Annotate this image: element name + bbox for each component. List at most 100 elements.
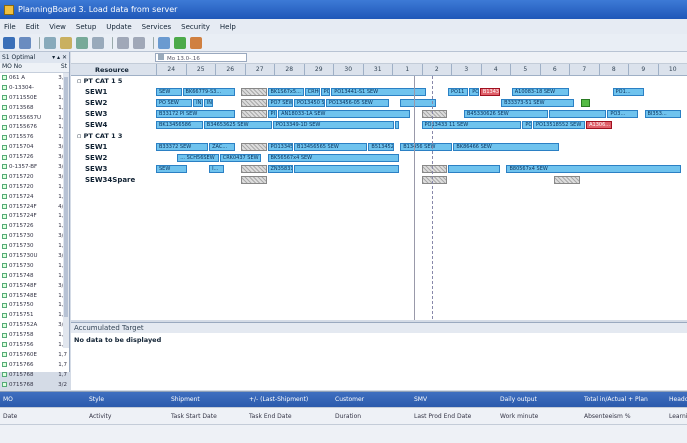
mo-list-item[interactable]: 07157511,7 — [0, 310, 69, 320]
row-checkbox[interactable] — [2, 213, 7, 219]
mo-list-scrollbar[interactable] — [63, 73, 69, 348]
mo-list-item[interactable]: 07157481,7 — [0, 271, 69, 281]
task-bar[interactable]: B45330626 SEW — [463, 110, 548, 118]
chart-icon[interactable] — [158, 36, 170, 49]
details-column-header[interactable]: Style — [86, 396, 168, 403]
task-bar[interactable]: CRK0437 SEW — [219, 154, 262, 162]
task-bar[interactable]: PO3... — [607, 110, 639, 118]
menu-update[interactable]: Update — [106, 23, 131, 31]
task-bar[interactable]: PO13456-05 SEW — [325, 99, 389, 107]
row-checkbox[interactable] — [2, 134, 7, 140]
menu-file[interactable]: File — [4, 23, 16, 31]
task-bar[interactable]: PO11 — [448, 88, 469, 96]
task-bar[interactable]: SEW — [156, 165, 187, 173]
mo-list-item[interactable]: 07157303/2 — [0, 231, 69, 241]
task-bar[interactable]: BI353... — [644, 110, 681, 118]
mo-list-item[interactable]: 071556761,7 — [0, 122, 69, 132]
task-bar[interactable]: B33372 SEW — [156, 143, 209, 151]
menu-services[interactable]: Services — [142, 23, 172, 31]
mo-list-item[interactable]: 0715768 3/2 — [0, 380, 69, 390]
zoom-in-icon[interactable] — [117, 36, 129, 49]
mo-list-item[interactable]: 07157581,7 — [0, 330, 69, 340]
row-checkbox[interactable] — [2, 263, 7, 269]
task-bar[interactable]: B13436... — [479, 88, 501, 96]
task-bar[interactable]: SEW — [156, 88, 182, 96]
task-bar[interactable] — [580, 99, 591, 107]
task-bar[interactable]: I... — [209, 165, 225, 173]
task-bar[interactable]: ... SCH56SEW — [177, 154, 219, 162]
task-bar[interactable]: PO7 SEW — [267, 99, 294, 107]
row-checkbox[interactable] — [2, 144, 7, 150]
row-checkbox[interactable] — [2, 293, 7, 299]
mo-list-item[interactable]: 0715768 1,7 — [0, 370, 69, 380]
mo-list-item[interactable]: 07155761,7 — [0, 132, 69, 142]
mo-list-item[interactable]: 061 A3,0 — [0, 73, 69, 83]
task-bar[interactable] — [554, 176, 580, 184]
row-checkbox[interactable] — [2, 273, 7, 279]
task-bar[interactable]: PO133452... — [267, 143, 294, 151]
row-checkbox[interactable] — [2, 233, 7, 239]
task-bar[interactable] — [394, 121, 400, 129]
mo-list-item[interactable]: 0715730U3/2 — [0, 251, 69, 261]
row-checkbox[interactable] — [2, 362, 7, 368]
row-checkbox[interactable] — [2, 115, 7, 120]
row-checkbox[interactable] — [2, 124, 7, 130]
mo-list-item[interactable]: 0715724F4/2 — [0, 202, 69, 212]
task-bar[interactable]: B34653625 SEW — [203, 121, 272, 129]
details-column-header[interactable]: SMV — [411, 396, 497, 403]
task-bar[interactable] — [240, 176, 267, 184]
task-bar[interactable]: PI — [267, 110, 278, 118]
task-bar[interactable] — [548, 110, 607, 118]
task-bar[interactable]: BK13456586 — [156, 121, 203, 129]
mo-list-item[interactable]: 0715748F3/2 — [0, 281, 69, 291]
row-checkbox[interactable] — [2, 352, 7, 358]
task-bar[interactable]: PO SEW — [156, 99, 193, 107]
mo-list-item[interactable]: 0711550E1,7 — [0, 93, 69, 103]
mo-list-item[interactable]: 07135681,7 — [0, 103, 69, 113]
details-column-header[interactable]: Total in/Actual + Plan — [581, 396, 666, 403]
date-field[interactable]: Mo 13.0-.16 — [155, 53, 247, 62]
task-bar[interactable]: B513452... — [368, 143, 394, 151]
task-bar[interactable]: B33373-51 SEW — [501, 99, 575, 107]
mo-list-item[interactable]: 07157301,7 — [0, 261, 69, 271]
task-bar[interactable] — [421, 110, 448, 118]
save-icon[interactable] — [19, 36, 31, 49]
task-bar[interactable]: PO13518552 SEW — [533, 121, 586, 129]
task-bar[interactable] — [294, 165, 400, 173]
row-checkbox[interactable] — [2, 95, 7, 101]
row-checkbox[interactable] — [2, 372, 7, 378]
mo-list-item[interactable]: 07157043/2 — [0, 142, 69, 152]
row-checkbox[interactable] — [2, 194, 7, 200]
row-checkbox[interactable] — [2, 223, 7, 229]
task-bar[interactable]: PO1... — [612, 88, 644, 96]
panel-pin-icon[interactable]: ▾ ▴ ✕ — [52, 54, 67, 61]
details-column-header[interactable]: Customer — [332, 396, 411, 403]
task-bar[interactable]: B33172 PI SEW — [156, 110, 235, 118]
details-column-header[interactable]: Headcount — [666, 396, 687, 403]
task-bar[interactable]: B80567x4 SEW — [506, 165, 681, 173]
row-checkbox[interactable] — [2, 312, 7, 318]
row-checkbox[interactable] — [2, 283, 7, 289]
row-checkbox[interactable] — [2, 382, 7, 388]
mo-list-item[interactable]: 07157201,7 — [0, 182, 69, 192]
menu-help[interactable]: Help — [220, 23, 236, 31]
row-checkbox[interactable] — [2, 204, 7, 210]
task-bar[interactable]: PO13441-S1 SEW — [331, 88, 426, 96]
details-column-header[interactable]: Daily output — [497, 396, 581, 403]
task-bar[interactable]: B13456 SEW — [400, 143, 453, 151]
row-checkbox[interactable] — [2, 302, 7, 308]
mo-list-item[interactable]: 07157263/2 — [0, 152, 69, 162]
menu-edit[interactable]: Edit — [26, 23, 40, 31]
menu-view[interactable]: View — [49, 23, 66, 31]
mo-list-item[interactable]: 07157203/2 — [0, 172, 69, 182]
mo-list-item[interactable]: 07155657U1,7 — [0, 113, 69, 123]
details-column-header[interactable]: MO — [0, 396, 86, 403]
row-checkbox[interactable] — [2, 342, 7, 348]
print-icon[interactable] — [92, 36, 104, 49]
task-bar[interactable]: B13456565 SEW — [294, 143, 368, 151]
task-bar[interactable]: PO13349-1D SEW — [272, 121, 394, 129]
mo-list-item[interactable]: 07157241,7 — [0, 192, 69, 202]
settings-icon[interactable] — [190, 36, 202, 49]
mo-list-item[interactable]: 0715766 1,7 — [0, 360, 69, 370]
mo-list-item[interactable]: 07157501,7 — [0, 300, 69, 310]
